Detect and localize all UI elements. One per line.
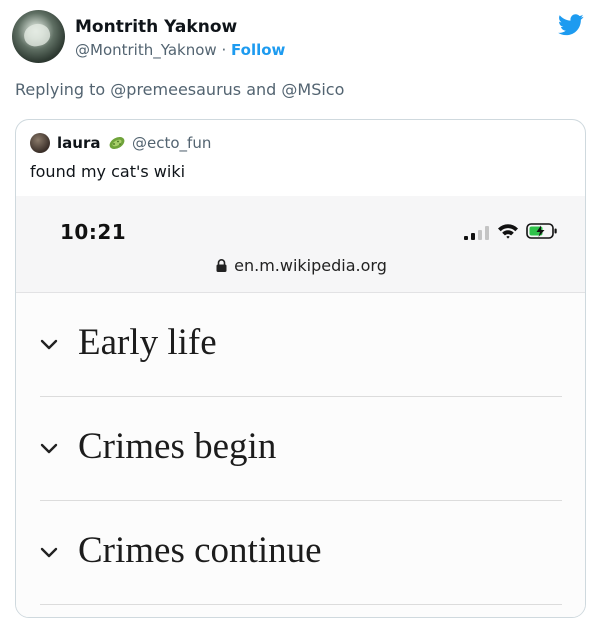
cucumber-emoji-icon [109,136,125,150]
url-text: en.m.wikipedia.org [234,256,387,275]
section-crimes-begin[interactable]: Crimes begin [40,397,562,501]
section-title: Crimes continue [78,530,322,571]
user-handle[interactable]: @Montrith_Yaknow [75,41,217,59]
separator-dot: · [221,41,227,59]
phone-screenshot: 10:21 en.m.wikipedia.org Early life Crim… [16,196,585,617]
section-title: Crimes begin [78,426,277,467]
chevron-down-icon [40,443,58,454]
status-time: 10:21 [60,220,127,244]
quote-tweet-card[interactable]: laura @ecto_fun found my cat's wiki 10:2… [15,119,586,618]
tweet-header: Montrith Yaknow @Montrith_Yaknow · Follo… [12,10,588,66]
replying-to[interactable]: Replying to @premeesaurus and @MSico [15,80,344,99]
quote-handle: @ecto_fun [132,134,212,152]
follow-button[interactable]: Follow [231,41,285,59]
wifi-icon [498,224,518,239]
quote-display-name: laura [57,134,101,152]
lock-icon [216,259,227,272]
display-name[interactable]: Montrith Yaknow [75,17,237,37]
user-avatar[interactable] [12,10,65,63]
cellular-signal-icon [464,226,489,240]
twitter-bird-icon[interactable] [558,14,584,36]
section-crimes-continue[interactable]: Crimes continue [40,501,562,605]
quote-avatar [30,133,50,153]
browser-status-bar: 10:21 en.m.wikipedia.org [16,196,585,293]
handle-row: @Montrith_Yaknow · Follow [75,41,285,59]
quote-text: found my cat's wiki [30,162,186,181]
chevron-down-icon [40,547,58,558]
section-early-life[interactable]: Early life [40,293,562,397]
chevron-down-icon [40,339,58,350]
battery-charging-icon [526,223,557,239]
section-title: Early life [78,322,217,363]
address-bar[interactable]: en.m.wikipedia.org [16,256,585,275]
